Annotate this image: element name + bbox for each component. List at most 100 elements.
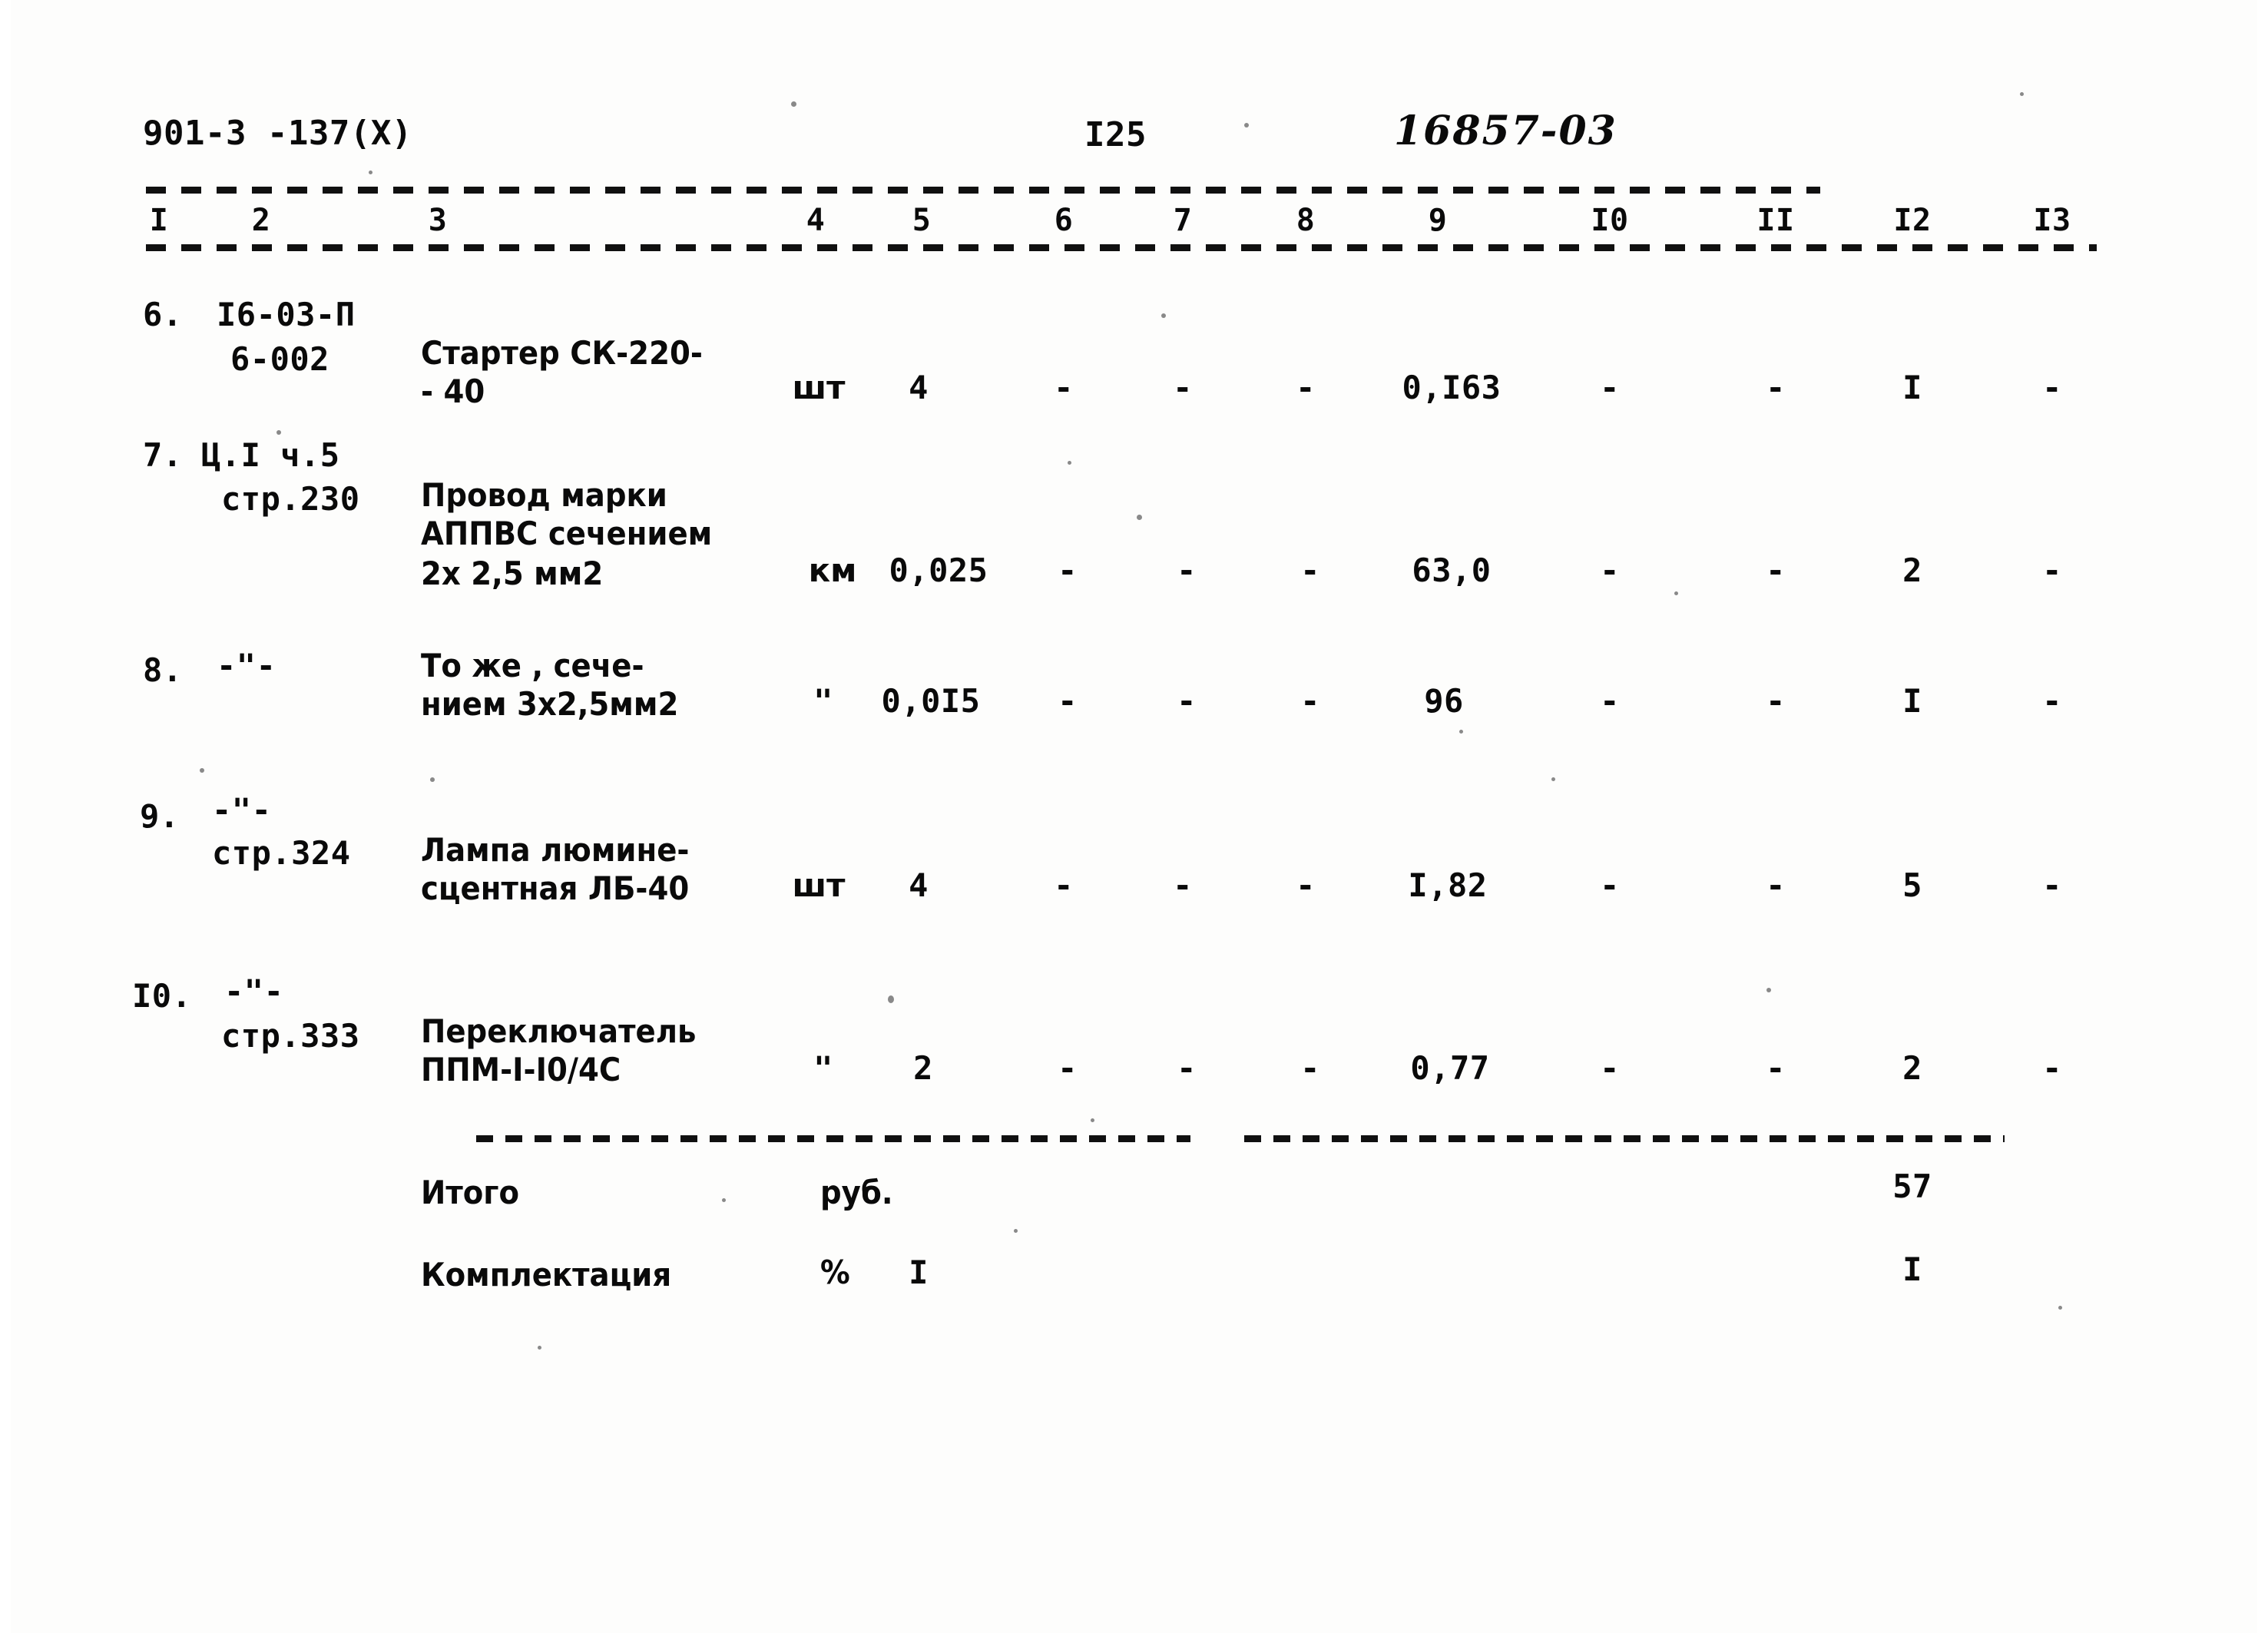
scan-speck [1674,591,1678,595]
row-col12: I [1902,369,1922,406]
row-col6: - [1058,1049,1078,1087]
scan-speck [276,430,281,435]
row-unit: шт [792,369,846,406]
row-col7: - [1177,1049,1197,1087]
summary-label-total: Итого [421,1174,520,1211]
row-quantity: 4 [909,369,929,406]
column-header-8: 8 [1296,203,1316,238]
row-reference-line1: -"- [224,972,284,1010]
row-col8: - [1296,369,1316,406]
row-name-line2: АППВС сечением [421,515,713,552]
row-col11: - [1766,866,1786,904]
row-reference-line1: Ц.I ч.5 [201,436,340,474]
row-name-line1: Лампа люмине- [421,831,690,869]
table-row: 6. [143,296,183,333]
scan-speck [888,995,894,1003]
row-reference-line1: I6-03-П [217,296,356,333]
table-row: I0. [132,977,192,1015]
row-col10: - [1600,369,1620,406]
row-col13: - [2042,866,2062,904]
scan-speck [200,768,204,773]
column-header-2: 2 [251,203,271,238]
row-quantity: 2 [913,1049,933,1087]
row-col6: - [1058,552,1078,589]
row-col8: - [1300,1049,1320,1087]
row-col11: - [1766,1049,1786,1087]
scan-speck [1091,1118,1094,1122]
scan-speck [1161,313,1166,318]
row-reference-line2: стр.230 [221,480,360,518]
summary-unit-total: руб. [820,1174,893,1211]
summary-rule-left [476,1135,1190,1142]
scan-speck [2020,92,2024,96]
row-col12: I [1902,682,1922,720]
row-col10: - [1600,866,1620,904]
header-rule-top [146,187,1820,194]
scan-speck [1068,461,1071,465]
summary-rule-right [1244,1135,2005,1142]
row-col8: - [1296,866,1316,904]
column-header-4: 4 [806,203,826,238]
row-reference-line2: стр.324 [212,834,351,872]
column-header-11: II [1756,203,1795,238]
column-header-6: 6 [1054,203,1074,238]
row-col10: - [1600,1049,1620,1087]
scan-speck [1551,777,1555,781]
row-reference-line2: стр.333 [221,1017,360,1055]
scan-speck [1137,515,1142,520]
row-name-line1: То же , сече- [421,647,644,684]
scan-speck [538,1346,541,1350]
row-col7: - [1173,369,1193,406]
summary-col12-total: 57 [1892,1168,1932,1205]
scan-speck [1766,988,1771,992]
row-reference-line2: 6-002 [230,340,329,378]
scan-speck [369,171,372,174]
row-quantity: 0,025 [889,552,988,589]
row-col11: - [1766,682,1786,720]
scan-speck [1014,1229,1018,1233]
row-col7: - [1177,682,1197,720]
column-header-5: 5 [912,203,932,238]
table-row: 8. [143,651,183,689]
row-name-line1: Провод марки [421,476,667,514]
scan-speck [2058,1306,2062,1310]
row-reference-line1: -"- [212,791,272,829]
row-name-line2: - 40 [421,373,485,410]
scan-speck [722,1198,726,1202]
column-header-1: I [149,203,169,238]
archive-stamp: 16857-03 [1394,108,1617,154]
scan-speck [1244,123,1249,128]
scan-speck [1459,730,1463,734]
table-row: 9. [140,797,180,835]
column-header-3: 3 [428,203,448,238]
summary-unit-completion: % [820,1254,850,1291]
row-quantity: 4 [909,866,929,904]
column-header-7: 7 [1173,203,1193,238]
scan-speck [430,777,435,782]
row-reference-line1: -"- [217,647,276,684]
column-header-10: I0 [1591,203,1629,238]
column-header-12: I2 [1893,203,1932,238]
column-header-13: I3 [2033,203,2071,238]
row-unit: км [808,552,857,589]
header-rule-bottom [146,244,2097,251]
row-col9: 0,77 [1410,1049,1490,1087]
row-quantity: 0,0I5 [881,682,981,720]
row-name-line2: сцентная ЛБ-40 [421,869,690,907]
row-col6: - [1058,682,1078,720]
row-col6: - [1054,369,1074,406]
row-col9: 96 [1424,682,1464,720]
row-col13: - [2042,682,2062,720]
series-code: 901-3 -137(X) [143,114,412,153]
row-col7: - [1177,552,1197,589]
row-unit: " [813,682,833,720]
row-col8: - [1300,552,1320,589]
row-col11: - [1766,369,1786,406]
row-col9: 63,0 [1412,552,1492,589]
row-name-line2: нием 3х2,5мм2 [421,685,679,723]
row-col9: 0,I63 [1402,369,1502,406]
row-name-line2: ППМ-I-I0/4С [421,1051,621,1088]
row-name-line1: Стартер СК-220- [421,334,703,372]
row-col10: - [1600,552,1620,589]
scan-speck [791,101,796,107]
